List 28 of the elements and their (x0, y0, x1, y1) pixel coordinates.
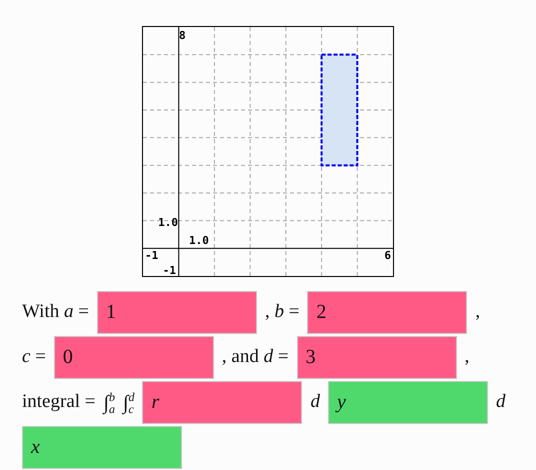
answer-field[interactable]: x (22, 426, 182, 469)
lower-limit: a (108, 402, 115, 414)
sentence-text: With a = (22, 300, 89, 324)
sentence-text: , (475, 300, 480, 324)
answer-field[interactable]: 2 (307, 291, 468, 334)
axis-label: 6 (384, 249, 391, 262)
answer-field[interactable]: y (328, 381, 488, 424)
answer-field[interactable]: r (142, 381, 302, 424)
sentence-text: integral = (22, 390, 96, 414)
axis-label: 1.0 (158, 216, 178, 229)
sentence-text: , b = (264, 300, 300, 324)
answer-field[interactable]: 1 (96, 291, 257, 334)
axis-label: -1 (145, 249, 158, 262)
integral-sign: ∫ (122, 390, 128, 414)
sentence-text: c = (22, 345, 46, 370)
integral-sign: ∫ (104, 390, 109, 414)
answer-field[interactable]: 0 (54, 336, 214, 379)
sentence-text: d (496, 390, 506, 414)
axis-label: 1.0 (189, 234, 209, 247)
sentence-text: , (464, 345, 470, 370)
sentence-text: , and d = (222, 345, 289, 370)
sentence-text: d (310, 390, 320, 414)
axis-label: -1 (162, 264, 176, 277)
upper-limit: b (108, 390, 115, 402)
lower-limit: c (128, 402, 134, 414)
answer-field[interactable]: 3 (296, 336, 457, 379)
axis-label: 8 (179, 29, 186, 42)
upper-limit: d (128, 390, 134, 402)
